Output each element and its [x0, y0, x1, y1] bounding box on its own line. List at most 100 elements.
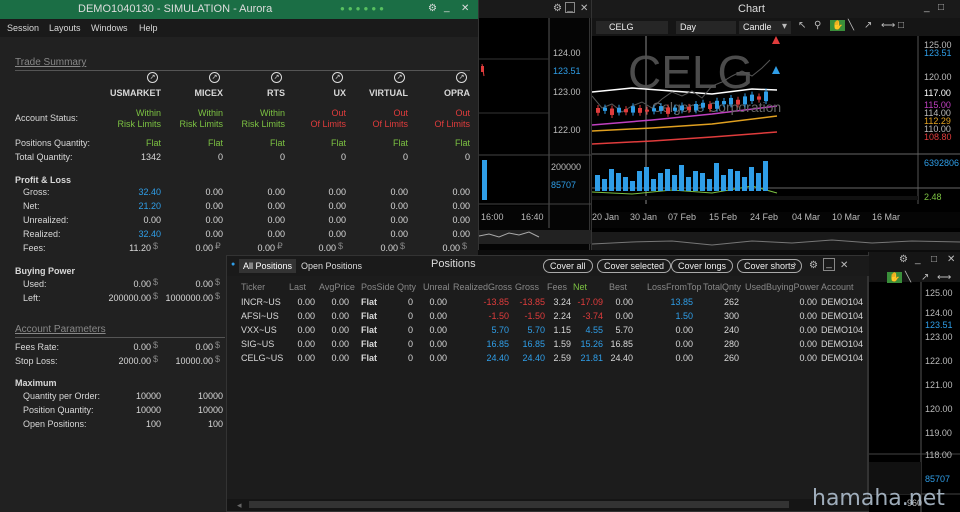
candle-body: [764, 91, 768, 102]
row-label: Maximum: [15, 378, 57, 388]
timeframe-select[interactable]: Day: [676, 21, 736, 34]
minimize-icon[interactable]: _: [823, 258, 835, 271]
settings-icon[interactable]: ⚙: [809, 260, 818, 271]
column-header[interactable]: Gross: [515, 282, 551, 292]
volume-bar: [728, 169, 733, 191]
column-header[interactable]: RealizedGross: [453, 282, 515, 292]
cover-longs-button[interactable]: Cover longs: [671, 259, 734, 273]
line-tool-icon[interactable]: ╲: [848, 20, 854, 31]
cover-all-button[interactable]: Cover all: [543, 259, 593, 273]
minimize-icon[interactable]: _: [444, 2, 450, 13]
cell-value: 0.00: [195, 243, 213, 253]
menu-windows[interactable]: Windows: [91, 23, 128, 33]
settings-icon[interactable]: ⚙: [899, 254, 908, 265]
scroll-left-icon[interactable]: ◂: [237, 500, 242, 511]
horizontal-scrollbar[interactable]: ◂: [227, 499, 869, 511]
table-row[interactable]: CELG~US 0.00 0.00 Flat 0 0.00 24.40 24.40 2.59 21…: [227, 352, 869, 366]
volume-bar: [602, 179, 607, 191]
table-cell: -1.50: [488, 311, 509, 321]
column-header[interactable]: AvgPrice: [319, 282, 355, 292]
cell-value: 0.00: [442, 243, 460, 253]
date-label: 15 Feb: [709, 212, 738, 222]
column-header[interactable]: Last: [289, 282, 321, 292]
tab-open-positions[interactable]: Open Positions: [301, 261, 362, 271]
volume-bar: [658, 173, 663, 191]
maximize-icon[interactable]: □: [938, 2, 944, 13]
column-header[interactable]: UsedBuyingPower: [745, 282, 823, 292]
trade-summary-heading[interactable]: Trade Summary: [15, 57, 86, 68]
candle-body: [631, 106, 635, 113]
date-label: 10 Mar: [832, 212, 861, 222]
menu-help[interactable]: Help: [139, 23, 158, 33]
hand-icon[interactable]: ✋: [830, 20, 846, 31]
horizontal-line-icon[interactable]: ⟷: [881, 20, 895, 31]
cover-selected-button[interactable]: Cover selected: [597, 259, 672, 273]
lower-chart-panel: ⚙ _ □ ✕ ✋ ╲ ↗ ⟷ 125.00 124.00 123.51 123…: [868, 252, 960, 512]
table-cell: 0.00: [615, 297, 633, 307]
date-label: 30 Jan: [630, 212, 658, 222]
column-header[interactable]: LossFromTop: [647, 282, 702, 292]
close-icon[interactable]: ✕: [947, 254, 955, 265]
column-header[interactable]: Qnty: [397, 282, 419, 292]
volume-bar: [686, 177, 691, 191]
candle-body: [638, 108, 642, 113]
menu-layouts[interactable]: Layouts: [49, 23, 81, 33]
minimize-icon[interactable]: _: [924, 2, 930, 13]
account-status-value: Within: [197, 108, 223, 118]
minimize-icon[interactable]: _: [565, 2, 575, 13]
column-header[interactable]: TotalQnty: [703, 282, 745, 292]
cell-value: 0.00: [328, 187, 346, 197]
market-gauge-icon[interactable]: ↗: [209, 72, 220, 83]
account-parameters-heading[interactable]: Account Parameters: [15, 324, 106, 335]
market-gauge-icon[interactable]: ↗: [332, 72, 343, 83]
column-header[interactable]: Net: [573, 282, 609, 292]
account-status-value: Risk Limits: [241, 119, 285, 129]
chart-window: Chart _ □ CELG Day Candle ▾ ↖ ⚲ ✋ ╲ ↗ ⟷ …: [591, 0, 960, 250]
pin-icon[interactable]: ●: [231, 261, 235, 268]
column-header[interactable]: Account: [821, 282, 871, 292]
table-cell: -1.50: [524, 311, 545, 321]
market-gauge-icon[interactable]: ↗: [147, 72, 158, 83]
cell-value: 0.00: [143, 215, 161, 225]
positions-title: Positions: [431, 258, 476, 270]
table-cell: 0.00: [429, 297, 447, 307]
table-row[interactable]: INCR~US 0.00 0.00 Flat 0 0.00 -13.85 -13.85 3.24…: [227, 296, 869, 310]
cell-value: 0.00: [328, 215, 346, 225]
minimize-icon[interactable]: _: [915, 254, 921, 265]
tab-all-positions[interactable]: All Positions: [239, 259, 297, 273]
cell-value: 100: [207, 419, 223, 429]
column-header[interactable]: Best: [609, 282, 639, 292]
settings-icon[interactable]: ⚙: [428, 3, 437, 14]
chevron-down-icon[interactable]: ▾: [782, 21, 787, 32]
table-row[interactable]: AFSI~US 0.00 0.00 Flat 0 0.00 -1.50 -1.50 2.24 -3…: [227, 310, 869, 324]
arrow-tool-icon[interactable]: ↗: [864, 20, 872, 31]
column-header[interactable]: Ticker: [241, 282, 293, 292]
close-icon[interactable]: ✕: [580, 3, 588, 14]
table-cell: 0.00: [799, 353, 817, 363]
rectangle-tool-icon[interactable]: □: [898, 20, 904, 31]
close-icon[interactable]: ✕: [840, 260, 848, 271]
account-status-value: Risk Limits: [179, 119, 223, 129]
table-cell: 0.00: [331, 339, 349, 349]
menu-session[interactable]: Session: [7, 23, 39, 33]
table-cell: 1.50: [675, 311, 693, 321]
market-gauge-icon[interactable]: ↗: [394, 72, 405, 83]
table-row[interactable]: SIG~US 0.00 0.00 Flat 0 0.00 16.85 16.85 1.59 15.…: [227, 338, 869, 352]
table-row[interactable]: VXX~US 0.00 0.00 Flat 0 0.00 5.70 5.70 1.15 4.55 5…: [227, 324, 869, 338]
table-cell: 0.00: [297, 325, 315, 335]
scroll-thumb[interactable]: [249, 501, 789, 508]
cursor-icon[interactable]: ↖: [798, 20, 806, 31]
market-gauge-icon[interactable]: ↗: [456, 72, 467, 83]
zoom-icon[interactable]: ⚲: [814, 20, 821, 31]
settings-icon[interactable]: ⚙: [553, 3, 562, 14]
column-header[interactable]: Unreal: [423, 282, 453, 292]
column-header[interactable]: PosSide: [361, 282, 395, 292]
table-cell: Flat: [361, 311, 378, 321]
symbol-input[interactable]: CELG: [596, 21, 668, 34]
market-gauge-icon[interactable]: ↗: [271, 72, 282, 83]
cell-value: 0: [464, 152, 470, 162]
table-cell: 0.00: [297, 353, 315, 363]
maximize-icon[interactable]: □: [931, 254, 937, 265]
chevron-right-icon[interactable]: ›: [793, 259, 796, 270]
close-icon[interactable]: ✕: [461, 3, 469, 14]
